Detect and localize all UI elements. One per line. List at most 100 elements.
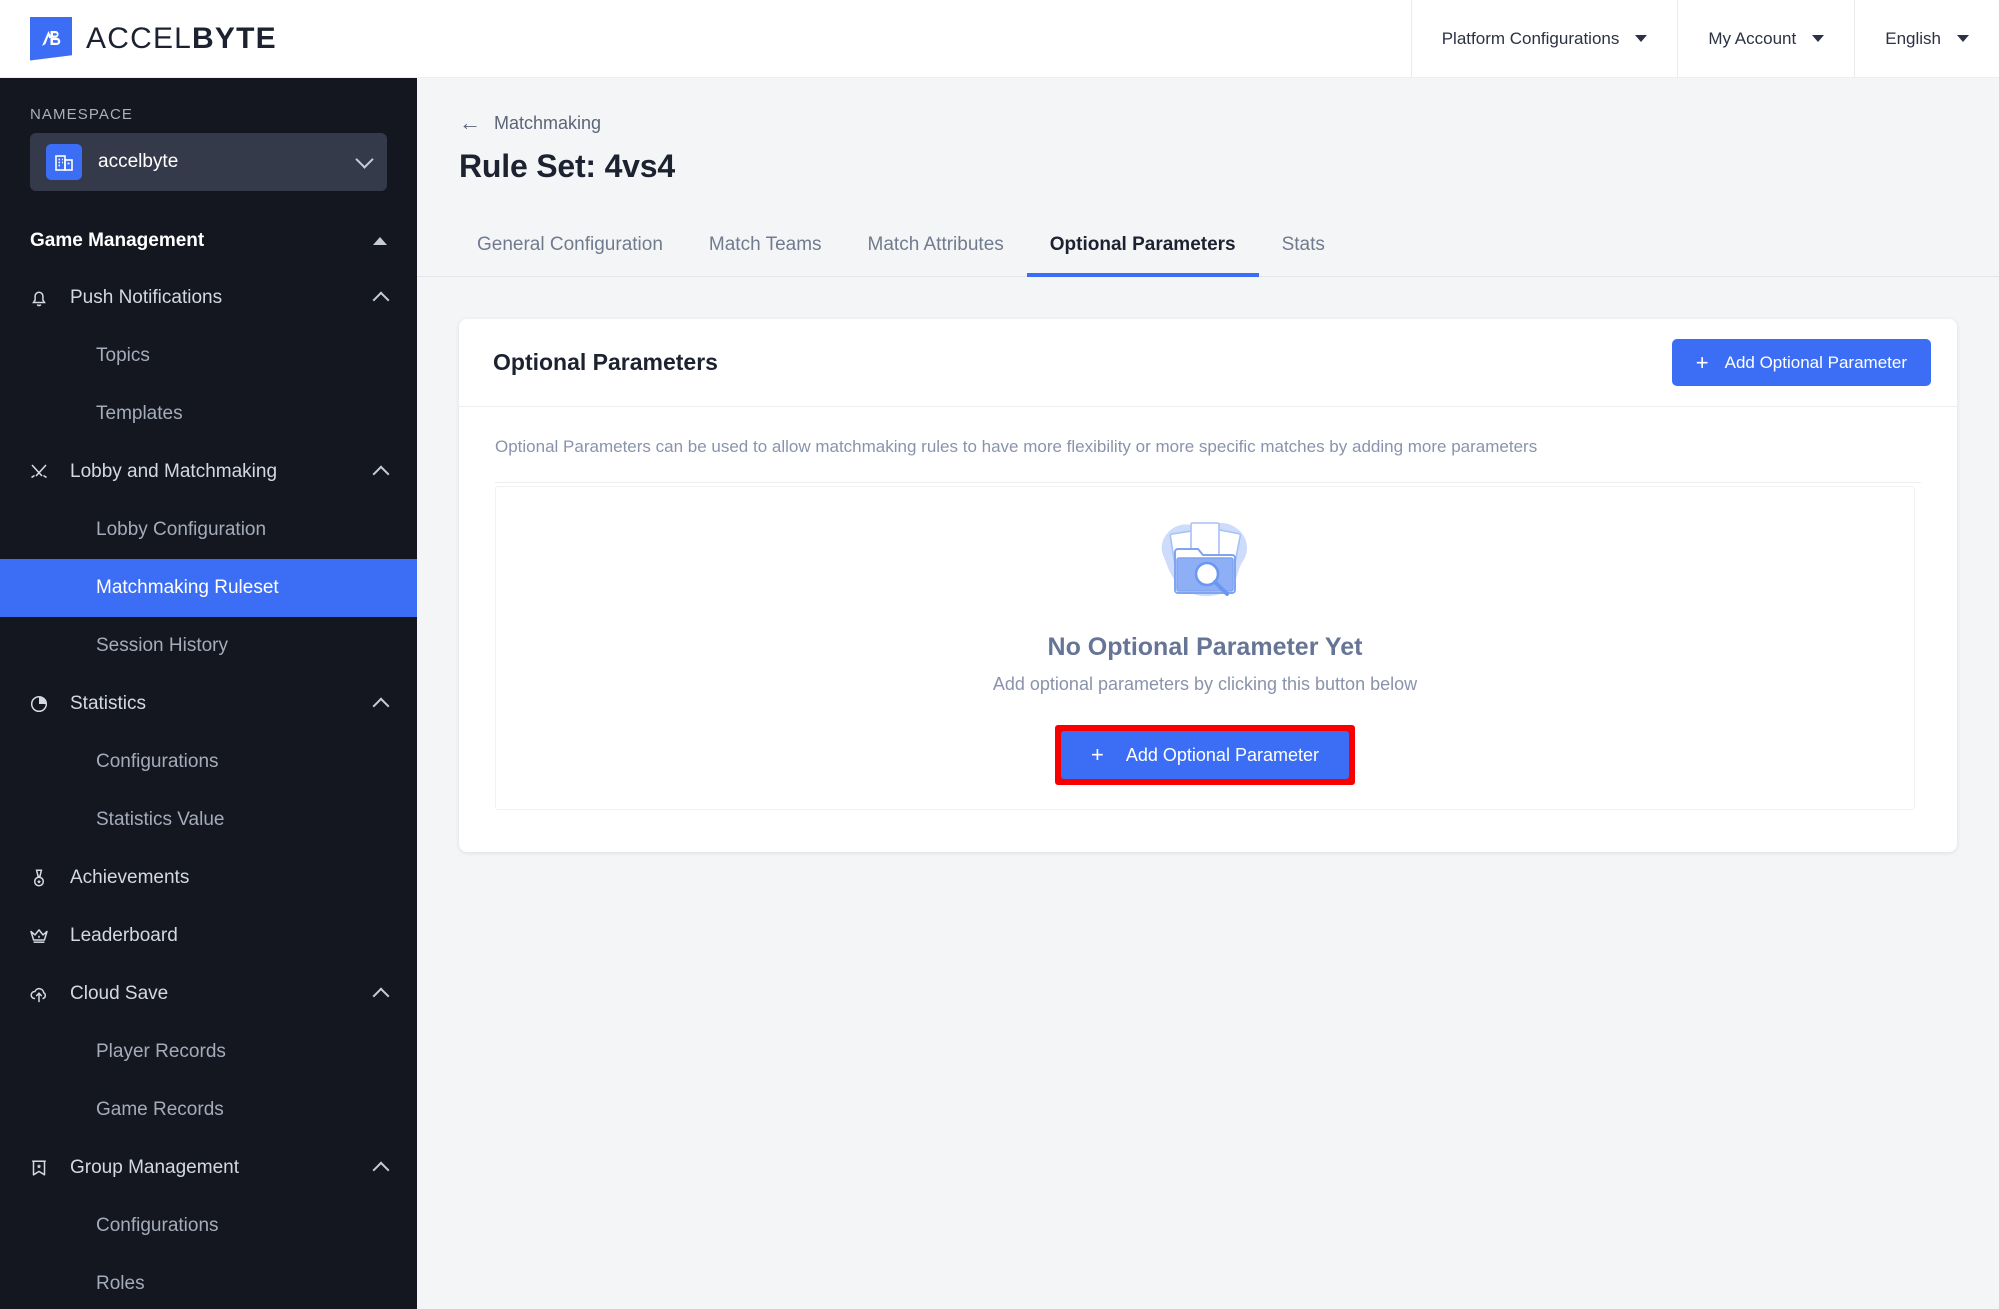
empty-state-panel: No Optional Parameter Yet Add optional p… bbox=[495, 486, 1915, 810]
sidebar-item-label: Achievements bbox=[70, 867, 190, 888]
breadcrumb-label: Matchmaking bbox=[494, 112, 602, 133]
sidebar-item-achievements[interactable]: Achievements bbox=[0, 849, 417, 907]
button-label: Add Optional Parameter bbox=[1125, 744, 1319, 765]
sidebar-item-label: Templates bbox=[96, 403, 183, 424]
sidebar-item-label: Matchmaking Ruleset bbox=[96, 577, 279, 598]
chevron-up-icon bbox=[372, 291, 390, 309]
sidebar-item-label: Roles bbox=[96, 1273, 145, 1294]
sidebar-item-lobby-and-matchmaking[interactable]: Lobby and Matchmaking bbox=[0, 443, 417, 501]
sidebar-section-game-management[interactable]: Game Management bbox=[0, 213, 417, 269]
medal-icon bbox=[26, 865, 52, 891]
empty-state-subtitle: Add optional parameters by clicking this… bbox=[992, 674, 1418, 694]
plus-icon: + bbox=[1695, 349, 1709, 375]
sidebar-item-label: Topics bbox=[96, 345, 150, 366]
sidebar-nav: Game Management Push Notifications Topic… bbox=[0, 213, 417, 1309]
cloud-upload-icon bbox=[26, 981, 52, 1007]
topnav-my-account[interactable]: My Account bbox=[1677, 0, 1854, 77]
tab-label: Match Attributes bbox=[867, 234, 1004, 255]
namespace-label: NAMESPACE bbox=[30, 106, 133, 123]
tab-label: Optional Parameters bbox=[1049, 234, 1236, 255]
sidebar-item-statistics-configurations[interactable]: Configurations bbox=[0, 733, 417, 791]
top-navigation: Platform Configurations My Account Engli… bbox=[1410, 0, 1999, 77]
sidebar-item-label: Session History bbox=[96, 635, 228, 656]
brand-logo[interactable]: ACCELBYTE bbox=[0, 0, 417, 77]
sidebar-item-statistics[interactable]: Statistics bbox=[0, 675, 417, 733]
tab-optional-parameters[interactable]: Optional Parameters bbox=[1026, 234, 1259, 277]
topnav-label: English bbox=[1885, 28, 1941, 48]
namespace-selector[interactable]: accelbyte bbox=[30, 133, 387, 191]
building-icon bbox=[46, 144, 82, 180]
bell-icon bbox=[26, 285, 52, 311]
sidebar-item-label: Push Notifications bbox=[70, 287, 223, 308]
tab-label: Match Teams bbox=[708, 234, 822, 255]
main-content: ← Matchmaking Rule Set: 4vs4 General Con… bbox=[417, 78, 1999, 1309]
add-optional-parameter-button-top[interactable]: + Add Optional Parameter bbox=[1671, 339, 1931, 386]
sidebar-item-matchmaking-ruleset[interactable]: Matchmaking Ruleset bbox=[0, 559, 417, 617]
tab-general-configuration[interactable]: General Configuration bbox=[459, 234, 686, 276]
sidebar-item-leaderboard[interactable]: Leaderboard bbox=[0, 907, 417, 965]
tab-match-teams[interactable]: Match Teams bbox=[686, 234, 845, 276]
accelbyte-logo-icon bbox=[30, 16, 72, 61]
sidebar-item-label: Player Records bbox=[96, 1041, 226, 1062]
highlight-annotation: + Add Optional Parameter bbox=[1055, 725, 1355, 785]
topnav-language[interactable]: English bbox=[1854, 0, 1999, 77]
optional-parameters-card: Optional Parameters + Add Optional Param… bbox=[459, 319, 1957, 852]
namespace-value: accelbyte bbox=[98, 151, 179, 172]
chevron-up-icon bbox=[373, 237, 387, 245]
sidebar-item-label: Statistics Value bbox=[96, 809, 225, 830]
card-title: Optional Parameters bbox=[493, 349, 718, 375]
sidebar-item-label: Lobby and Matchmaking bbox=[70, 461, 278, 482]
sidebar-item-templates[interactable]: Templates bbox=[0, 385, 417, 443]
brand-name: ACCELBYTE bbox=[86, 21, 277, 55]
chevron-down-icon bbox=[1635, 35, 1648, 42]
add-optional-parameter-button-center[interactable]: + Add Optional Parameter bbox=[1061, 731, 1349, 779]
swords-icon bbox=[26, 459, 52, 485]
tab-match-attributes[interactable]: Match Attributes bbox=[845, 234, 1027, 276]
crown-icon bbox=[26, 923, 52, 949]
page-title: Rule Set: 4vs4 bbox=[459, 148, 675, 184]
plus-icon: + bbox=[1091, 742, 1104, 767]
sidebar-item-roles[interactable]: Roles bbox=[0, 1255, 417, 1309]
chevron-up-icon bbox=[372, 697, 390, 715]
sidebar-item-label: Game Records bbox=[96, 1099, 224, 1120]
topnav-platform-configurations[interactable]: Platform Configurations bbox=[1410, 0, 1678, 77]
sidebar-item-label: Lobby Configuration bbox=[96, 519, 267, 540]
sidebar-section-label: Game Management bbox=[30, 230, 205, 251]
chevron-up-icon bbox=[372, 1161, 390, 1179]
sidebar-item-push-notifications[interactable]: Push Notifications bbox=[0, 269, 417, 327]
chevron-down-icon bbox=[355, 150, 374, 169]
empty-state-title: No Optional Parameter Yet bbox=[1047, 633, 1363, 661]
sidebar-item-label: Configurations bbox=[96, 1215, 219, 1236]
tab-label: General Configuration bbox=[477, 234, 663, 255]
sidebar-item-session-history[interactable]: Session History bbox=[0, 617, 417, 675]
topnav-label: My Account bbox=[1708, 28, 1797, 48]
pie-chart-icon bbox=[26, 691, 52, 717]
topnav-label: Platform Configurations bbox=[1441, 28, 1620, 48]
tab-stats[interactable]: Stats bbox=[1259, 234, 1348, 276]
divider bbox=[495, 481, 1921, 483]
arrow-left-icon: ← bbox=[459, 110, 481, 135]
sidebar-item-label: Cloud Save bbox=[70, 983, 169, 1004]
card-description: Optional Parameters can be used to allow… bbox=[495, 437, 1538, 456]
sidebar-item-statistics-value[interactable]: Statistics Value bbox=[0, 791, 417, 849]
tab-label: Stats bbox=[1281, 234, 1325, 255]
breadcrumb[interactable]: ← Matchmaking bbox=[417, 78, 1999, 134]
sidebar-item-label: Statistics bbox=[70, 693, 147, 714]
tab-bar: General Configuration Match Teams Match … bbox=[417, 185, 1999, 277]
button-label: Add Optional Parameter bbox=[1724, 352, 1907, 372]
sidebar-item-player-records[interactable]: Player Records bbox=[0, 1023, 417, 1081]
folder-search-icon bbox=[1147, 511, 1263, 607]
top-bar: ACCELBYTE Platform Configurations My Acc… bbox=[0, 0, 1999, 78]
chevron-down-icon bbox=[1812, 35, 1825, 42]
sidebar-item-topics[interactable]: Topics bbox=[0, 327, 417, 385]
sidebar-item-cloud-save[interactable]: Cloud Save bbox=[0, 965, 417, 1023]
sidebar-item-group-configurations[interactable]: Configurations bbox=[0, 1197, 417, 1255]
sidebar-item-label: Group Management bbox=[70, 1157, 239, 1178]
sidebar: NAMESPACE accelbyte Game Management Push… bbox=[0, 78, 417, 1309]
sidebar-item-group-management[interactable]: Group Management bbox=[0, 1139, 417, 1197]
sidebar-item-lobby-configuration[interactable]: Lobby Configuration bbox=[0, 501, 417, 559]
sidebar-item-game-records[interactable]: Game Records bbox=[0, 1081, 417, 1139]
card-header: Optional Parameters + Add Optional Param… bbox=[459, 319, 1957, 407]
chevron-up-icon bbox=[372, 987, 390, 1005]
sidebar-item-label: Configurations bbox=[96, 751, 219, 772]
